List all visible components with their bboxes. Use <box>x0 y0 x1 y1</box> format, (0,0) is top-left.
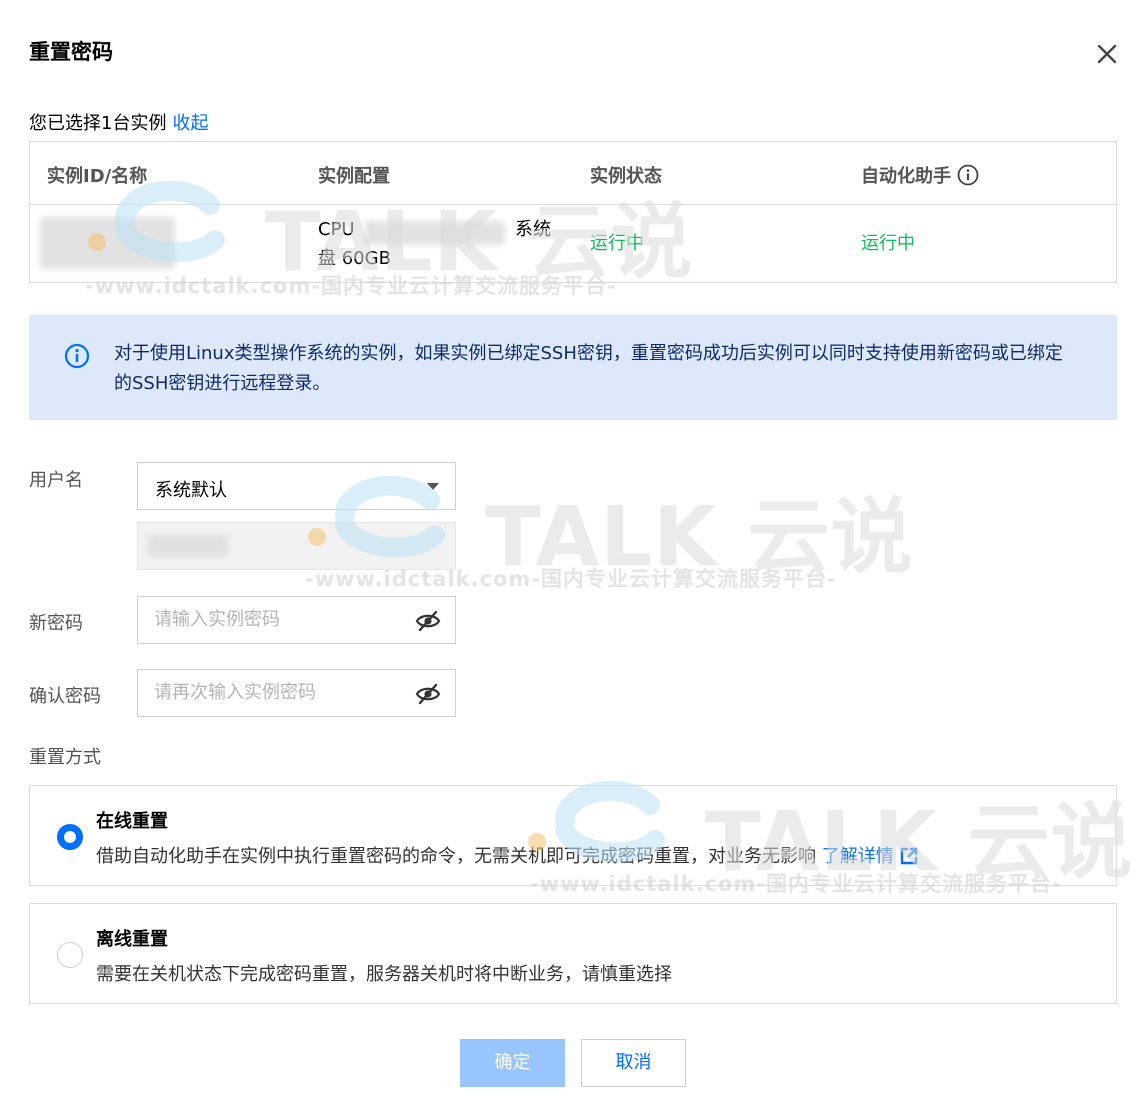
close-button[interactable] <box>1094 41 1120 67</box>
confirm-password-field[interactable] <box>137 669 456 717</box>
username-select-value: 系统默认 <box>155 480 227 501</box>
redacted-instance-id <box>40 217 175 269</box>
learn-more-link[interactable]: 了解详情 <box>822 846 918 867</box>
header-instance-id: 实例ID/名称 <box>47 166 148 187</box>
online-reset-desc-text: 借助自动化助手在实例中执行重置密码的命令，无需关机即可完成密码重置，对业务无影响 <box>96 846 816 867</box>
config-disk: 盘 60GB <box>318 248 391 269</box>
new-password-input[interactable] <box>154 609 404 630</box>
offline-reset-desc: 需要在关机状态下完成密码重置，服务器关机时将中断业务，请慎重选择 <box>96 964 672 985</box>
close-icon[interactable] <box>1094 41 1120 67</box>
table-header: 实例ID/名称 实例配置 实例状态 自动化助手 <box>30 142 1116 205</box>
header-instance-config: 实例配置 <box>318 166 390 187</box>
confirm-button[interactable]: 确定 <box>460 1039 565 1087</box>
option-online-reset[interactable]: 在线重置 借助自动化助手在实例中执行重置密码的命令，无需关机即可完成密码重置，对… <box>29 785 1117 886</box>
assistant-status: 运行中 <box>861 233 915 254</box>
cancel-button[interactable]: 取消 <box>581 1039 686 1087</box>
collapse-link[interactable]: 收起 <box>172 113 208 134</box>
learn-more-label[interactable]: 了解详情 <box>822 846 894 867</box>
info-icon[interactable] <box>957 164 979 191</box>
info-circle-icon <box>64 343 90 373</box>
watermark-brand: TALK 云说 <box>485 490 914 585</box>
table-row: CPU 系统 盘 60GB 运行中 运行中 <box>30 205 1116 283</box>
option-offline-reset[interactable]: 离线重置 需要在关机状态下完成密码重置，服务器关机时将中断业务，请慎重选择 <box>29 903 1117 1004</box>
notice-text: 对于使用Linux类型操作系统的实例，如果实例已绑定SSH密钥，重置密码成功后实… <box>114 343 1063 394</box>
info-notice: 对于使用Linux类型操作系统的实例，如果实例已绑定SSH密钥，重置密码成功后实… <box>29 315 1117 420</box>
config-cpu: CPU <box>318 219 355 240</box>
online-reset-radio[interactable] <box>57 824 83 850</box>
online-reset-desc: 借助自动化助手在实例中执行重置密码的命令，无需关机即可完成密码重置，对业务无影响… <box>96 842 918 870</box>
selection-summary: 您已选择1台实例 收起 <box>29 109 208 135</box>
header-automation-assistant-label: 自动化助手 <box>861 166 951 187</box>
header-automation-assistant: 自动化助手 <box>861 162 979 191</box>
confirm-password-label: 确认密码 <box>29 686 101 707</box>
offline-reset-title: 离线重置 <box>96 929 168 950</box>
redacted-username <box>148 535 228 557</box>
caret-down-icon <box>427 483 439 490</box>
header-instance-status: 实例状态 <box>590 166 662 187</box>
config-partial: 系统 <box>515 219 551 240</box>
eye-off-icon[interactable] <box>415 609 441 637</box>
redacted-username-input[interactable] <box>137 522 456 570</box>
external-link-icon[interactable] <box>900 847 918 870</box>
selection-summary-text: 您已选择1台实例 <box>29 113 167 134</box>
online-reset-title: 在线重置 <box>96 811 168 832</box>
username-label: 用户名 <box>29 470 83 491</box>
instance-status: 运行中 <box>590 233 644 254</box>
reset-mode-label: 重置方式 <box>29 747 101 768</box>
new-password-field[interactable] <box>137 596 456 644</box>
dialog-title: 重置密码 <box>29 40 113 64</box>
offline-reset-radio[interactable] <box>57 942 83 968</box>
confirm-password-input[interactable] <box>154 682 404 703</box>
eye-off-icon[interactable] <box>415 682 441 710</box>
username-select[interactable]: 系统默认 <box>137 462 456 510</box>
redacted-config <box>365 221 505 245</box>
instance-table: 实例ID/名称 实例配置 实例状态 自动化助手 CPU 系统 盘 60GB 运行… <box>29 141 1117 283</box>
new-password-label: 新密码 <box>29 613 83 634</box>
